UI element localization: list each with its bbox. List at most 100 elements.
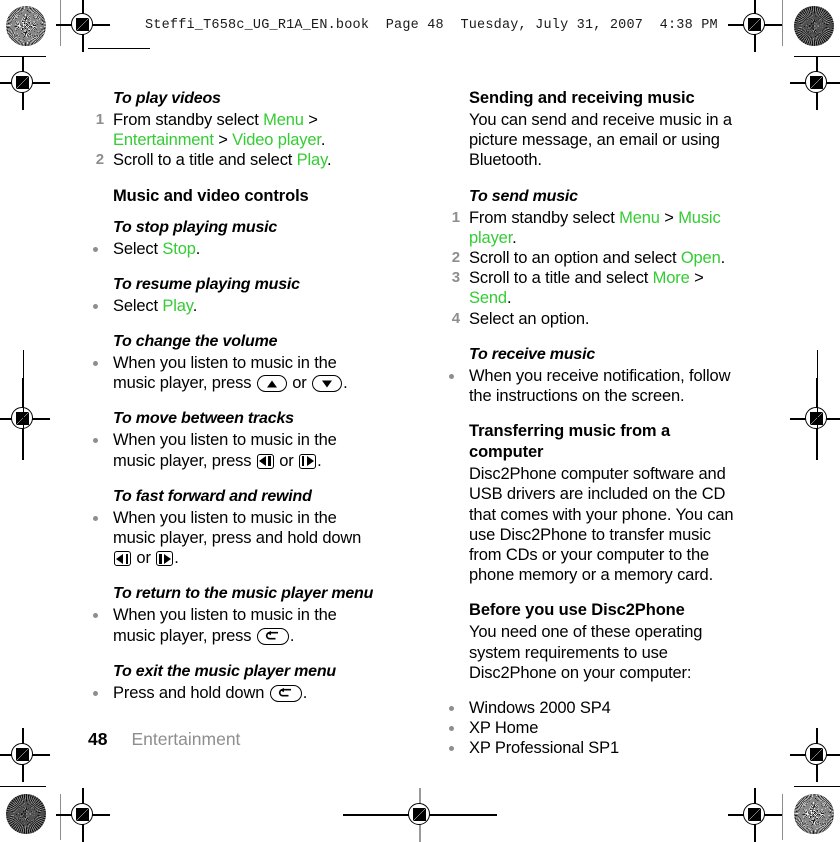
step-text: > xyxy=(303,111,318,129)
step-item: 1 From standby select Menu > Entertainmen… xyxy=(88,110,380,150)
step-text: Scroll to a title and select xyxy=(469,269,653,288)
step-text: . xyxy=(320,131,326,150)
bullet-dot-icon xyxy=(93,613,98,619)
bullet-text-prefix: When you listen to music in the music pl… xyxy=(113,606,337,645)
registration-mark-upper-right xyxy=(790,56,840,110)
bullet-dot-icon xyxy=(93,361,98,367)
bullet-text: When you receive notification, follow th… xyxy=(469,366,731,406)
steps-to-play-videos: 1 From standby select Menu > Entertainmen… xyxy=(88,110,380,171)
bullets-to-exit-the-music-player-menu: Press and hold down . xyxy=(88,683,380,703)
bullet-dot-icon xyxy=(449,373,454,379)
rosette-mark-bottom-right xyxy=(794,794,834,834)
bullets-to-move-between-tracks: When you listen to music in the music pl… xyxy=(88,430,380,470)
bullet-text-suffix: . xyxy=(302,683,308,702)
step-number: 1 xyxy=(451,208,460,226)
bullet-text-suffix: . xyxy=(195,239,201,258)
step-text: . xyxy=(326,151,332,170)
heading-to-send-music: To send music xyxy=(469,187,578,205)
step-item: 3 Scroll to a title and select More > Sen… xyxy=(444,268,736,308)
back-key-icon xyxy=(269,684,302,702)
rosette-mark-top-left xyxy=(6,6,46,46)
menu-item-reference: More xyxy=(652,269,690,288)
bullet-text-between: or xyxy=(132,549,156,568)
bullet-dot-icon xyxy=(449,746,454,752)
bullet-text-suffix: . xyxy=(343,374,348,393)
registration-mark-lower-right xyxy=(790,728,840,782)
heading-to-receive-music: To receive music xyxy=(469,345,596,363)
crop-line-middle-right-vertical xyxy=(816,350,818,460)
step-text: . xyxy=(720,249,726,268)
heading-to-fast-forward-and-rewind: To fast forward and rewind xyxy=(113,487,312,505)
menu-item-reference: Menu xyxy=(619,208,660,227)
bullet-text-prefix: Select xyxy=(113,296,163,315)
bullet-text-suffix: . xyxy=(317,451,322,470)
page-number: 48 xyxy=(88,729,108,749)
heading-to-change-the-volume: To change the volume xyxy=(113,333,278,351)
bullet-text-suffix: . xyxy=(192,296,198,315)
list-item: When you listen to music in the music pl… xyxy=(88,430,380,470)
rosette-mark-bottom-left xyxy=(6,794,46,834)
step-number: 2 xyxy=(451,249,460,267)
bullet-text-prefix: Select xyxy=(113,239,163,258)
crop-line-top-left-vertical xyxy=(60,0,62,46)
heading-to-stop-playing-music: To stop playing music xyxy=(113,218,278,236)
paragraph-before-you-use-disc2phone: You need one of these operating system r… xyxy=(469,623,703,682)
footer-section-title: Entertainment xyxy=(131,729,241,749)
right-column: Sending and receiving music You can send… xyxy=(444,88,736,759)
menu-item-play: Play xyxy=(162,296,193,315)
crop-line-bottom-right-vertical xyxy=(782,794,784,840)
heading-to-resume-playing-music: To resume playing music xyxy=(113,275,300,293)
crop-line-upper-left-horizontal xyxy=(0,56,46,58)
bullets-to-receive-music: When you receive notification, follow th… xyxy=(444,366,736,406)
bullet-text-suffix: . xyxy=(289,626,295,645)
registration-mark-bottom-left xyxy=(56,788,110,842)
crop-line-bottom-left-vertical xyxy=(60,794,62,840)
heading-to-move-between-tracks: To move between tracks xyxy=(113,410,294,428)
nav-left-key-icon xyxy=(256,453,274,469)
list-item: When you listen to music in the music pl… xyxy=(88,605,380,645)
bullet-dot-icon xyxy=(93,515,98,521)
menu-item-reference: Play xyxy=(296,151,327,170)
bullet-dot-icon xyxy=(93,246,98,252)
list-item: When you listen to music in the music pl… xyxy=(88,353,380,393)
bullet-text-between: or xyxy=(274,451,299,470)
page-content: To play videos 1 From standby select Menu… xyxy=(88,88,752,757)
step-number: 1 xyxy=(95,111,104,128)
page-footer: 48 Entertainment xyxy=(88,728,240,750)
bullet-text-prefix: Press and hold down xyxy=(113,683,269,702)
step-text: > xyxy=(213,131,233,150)
menu-item-reference: Open xyxy=(680,249,721,268)
requirement-label: XP Professional SP1 xyxy=(469,739,620,758)
bullets-to-fast-forward-and-rewind: When you listen to music in the music pl… xyxy=(88,508,380,569)
rosette-mark-top-right xyxy=(794,6,834,46)
volume-down-key-icon xyxy=(312,375,343,393)
step-text: . xyxy=(506,289,512,308)
bullets-to-change-the-volume: When you listen to music in the music pl… xyxy=(88,353,380,393)
bullet-dot-icon xyxy=(93,690,98,696)
step-item: 1 From standby select Menu > Music player… xyxy=(444,208,736,248)
paragraph-transferring-music: Disc2Phone computer software and USB dri… xyxy=(469,465,734,585)
bullet-dot-icon xyxy=(93,303,98,309)
registration-mark-bottom-center xyxy=(343,788,497,842)
step-item: 2 Scroll to an option and select Open. xyxy=(444,248,736,268)
volume-up-key-icon xyxy=(256,375,287,393)
registration-mark-lower-left xyxy=(0,728,50,782)
heading-sending-and-receiving-music: Sending and receiving music xyxy=(469,89,695,107)
heading-to-play-videos: To play videos xyxy=(113,90,221,107)
menu-item-reference: Menu xyxy=(263,111,304,129)
registration-mark-top-right xyxy=(728,0,782,52)
step-text: . xyxy=(512,228,517,247)
registration-mark-middle-left xyxy=(0,378,50,460)
left-column: To play videos 1 From standby select Menu… xyxy=(88,88,380,703)
menu-item-reference: Video player xyxy=(232,131,321,150)
list-item: Windows 2000 SP4 xyxy=(444,698,736,718)
bullet-dot-icon xyxy=(449,726,454,732)
nav-right-key-icon xyxy=(299,453,317,469)
heading-music-and-video-controls: Music and video controls xyxy=(113,186,309,205)
bullet-text-between: or xyxy=(287,374,312,393)
list-item: Select Play. xyxy=(88,296,380,316)
paragraph-sending-and-receiving-music: You can send and receive music in a pict… xyxy=(469,111,732,170)
crop-line-lower-right-horizontal xyxy=(794,786,840,788)
running-header: Steffi_T658c_UG_R1A_EN.book Page 48 Tues… xyxy=(145,18,718,33)
list-item: Select Stop. xyxy=(88,239,380,259)
